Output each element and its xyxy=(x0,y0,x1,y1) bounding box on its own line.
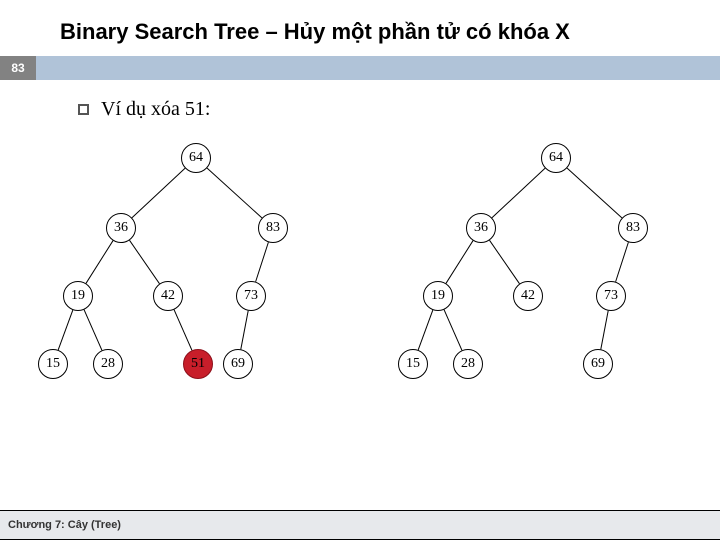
header-band: 83 xyxy=(0,56,720,80)
footer-text: Chương 7: Cây (Tree) xyxy=(8,519,121,531)
tree-node: 15 xyxy=(398,349,428,379)
tree-node: 19 xyxy=(423,281,453,311)
tree-node: 69 xyxy=(583,349,613,379)
tree-node: 64 xyxy=(541,143,571,173)
tree-node: 83 xyxy=(618,213,648,243)
tree-node: 36 xyxy=(106,213,136,243)
tree-node: 73 xyxy=(236,281,266,311)
bullet-text: Ví dụ xóa 51: xyxy=(101,98,210,121)
tree-node: 36 xyxy=(466,213,496,243)
tree-node: 28 xyxy=(93,349,123,379)
tree-node: 83 xyxy=(258,213,288,243)
footer-bar: Chương 7: Cây (Tree) xyxy=(0,510,720,540)
tree-node: 15 xyxy=(38,349,68,379)
page-number: 83 xyxy=(0,56,36,80)
tree-node: 28 xyxy=(453,349,483,379)
slide-title: Binary Search Tree – Hủy một phần tử có … xyxy=(60,18,720,46)
tree-node: 64 xyxy=(181,143,211,173)
tree-node: 42 xyxy=(513,281,543,311)
square-bullet-icon xyxy=(78,104,89,115)
tree-node: 69 xyxy=(223,349,253,379)
title-area: Binary Search Tree – Hủy một phần tử có … xyxy=(0,0,720,56)
tree-node: 42 xyxy=(153,281,183,311)
tree-node: 51 xyxy=(183,349,213,379)
tree-node: 73 xyxy=(596,281,626,311)
bullet-row: Ví dụ xóa 51: xyxy=(0,80,720,127)
tree-node: 19 xyxy=(63,281,93,311)
tree-diagram: 64 36 83 19 42 73 15 28 51 69 64 36 83 19 42 73 15 28 69 xyxy=(0,127,720,457)
